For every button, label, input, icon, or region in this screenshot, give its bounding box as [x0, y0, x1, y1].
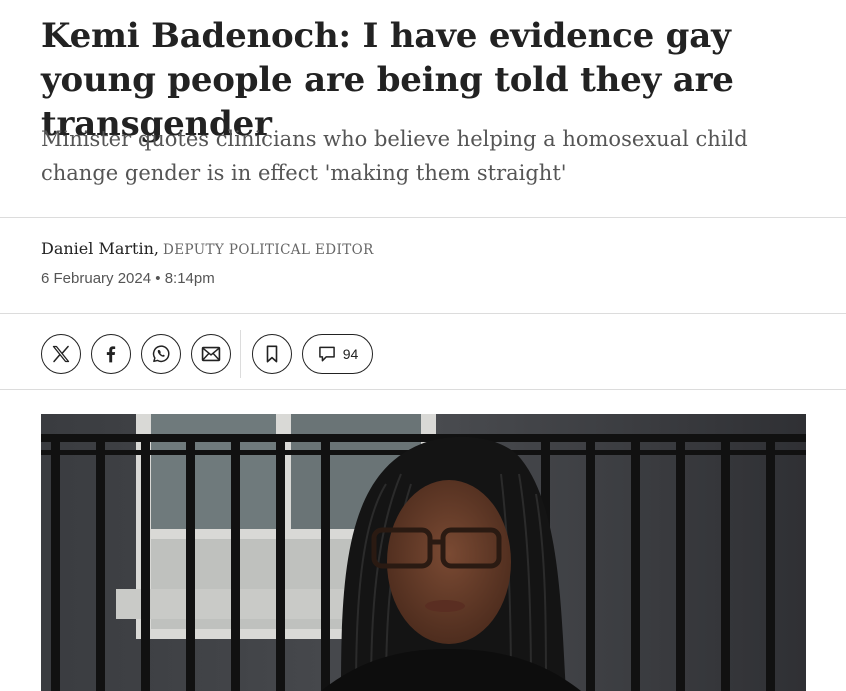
share-whatsapp-button[interactable]	[141, 334, 181, 374]
divider	[0, 217, 846, 218]
publish-time: 8:14pm	[164, 270, 215, 287]
author-role: DEPUTY POLITICAL EDITOR	[162, 242, 374, 258]
portrait-image	[41, 414, 806, 691]
speech-bubble-icon	[318, 346, 335, 362]
divider	[0, 313, 846, 314]
comments-button[interactable]: 94	[302, 334, 373, 374]
x-twitter-icon	[52, 345, 70, 363]
facebook-icon	[106, 346, 116, 363]
whatsapp-icon	[152, 345, 170, 363]
author-name[interactable]: Daniel Martin,	[41, 239, 159, 258]
date-separator: •	[155, 270, 161, 287]
share-x-button[interactable]	[41, 334, 81, 374]
publish-date: 6 February 2024	[41, 270, 152, 287]
email-icon	[201, 346, 221, 362]
byline: Daniel Martin, DEPUTY POLITICAL EDITOR	[41, 238, 374, 261]
share-email-button[interactable]	[191, 334, 231, 374]
share-divider	[240, 330, 241, 378]
standfirst: Minister quotes clinicians who believe h…	[41, 127, 748, 185]
comment-count: 94	[342, 346, 359, 362]
share-facebook-button[interactable]	[91, 334, 131, 374]
bookmark-icon	[266, 345, 278, 363]
dateline: 6 February 2024 • 8:14pm	[41, 270, 215, 287]
divider	[0, 389, 846, 390]
article-photo	[41, 414, 806, 691]
bookmark-button[interactable]	[252, 334, 292, 374]
